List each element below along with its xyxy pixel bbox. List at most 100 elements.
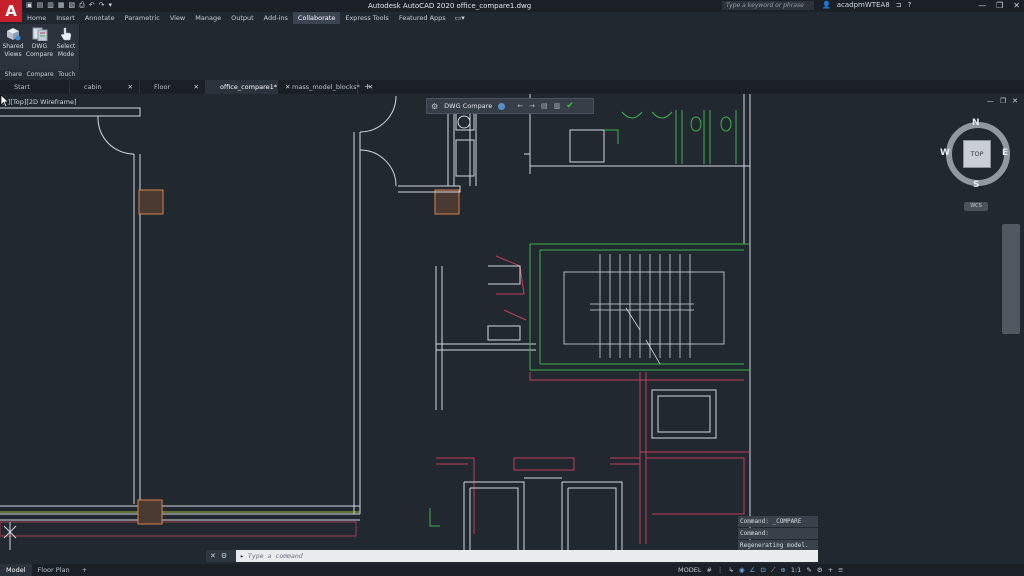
status-add-icon[interactable]: + (828, 566, 833, 574)
zoom-scale[interactable]: 1:1 (791, 566, 801, 574)
walls-left (0, 95, 397, 521)
ribbon-panel: Shared Views DWG Compare Select Mode Sha… (0, 24, 80, 80)
drawing-canvas[interactable]: [–][Top][2D Wireframe] — ❐ ✕ ⚙ DWG Compa… (0, 94, 1024, 550)
compass-east[interactable]: E (1002, 148, 1008, 158)
compass-south[interactable]: S (973, 180, 979, 190)
compass-west[interactable]: W (940, 148, 950, 158)
annotate-icon[interactable]: ✎ (806, 566, 811, 574)
save-as-icon[interactable]: ▦ (58, 1, 65, 10)
tab-featured-apps[interactable]: Featured Apps (394, 12, 451, 24)
command-input[interactable]: ▸ Type a command (236, 550, 818, 562)
status-toggles: MODEL # ⋮ ↳ ◉ ∠ ⊡ ⟋ ⊕ 1:1 ✎ ⚙ + ≡ (678, 564, 844, 576)
web-open-icon[interactable]: ▧ (69, 1, 76, 10)
command-customize-icon[interactable]: ⚙ (221, 552, 227, 560)
panel-label-compare[interactable]: Compare (27, 70, 54, 80)
workspace-gear-icon[interactable]: ⚙ (817, 566, 823, 574)
close-tab-icon[interactable]: ✕ (128, 80, 133, 94)
file-tab-cabin-elevation[interactable]: cabin elevation ✕ (70, 80, 140, 105)
redo-icon[interactable]: ↷ (99, 1, 105, 10)
tab-parametric[interactable]: Parametric (120, 12, 165, 24)
minimize-icon[interactable]: — (978, 1, 986, 10)
removed-geometry (436, 255, 750, 544)
snapshot-icon[interactable]: ▤ (541, 102, 548, 110)
panel-label-touch[interactable]: Touch (54, 70, 81, 80)
isodraft-icon[interactable]: ∠ (750, 566, 756, 574)
file-tab-start[interactable]: Start (0, 80, 70, 94)
tab-insert[interactable]: Insert (51, 12, 80, 24)
wcs-menu[interactable]: WCS (964, 202, 988, 211)
tab-express-tools[interactable]: Express Tools (340, 12, 393, 24)
command-history-line: Command: (738, 528, 818, 539)
command-close-icon[interactable]: ✕ (210, 552, 216, 560)
qat-dropdown-icon[interactable]: ▾ (108, 1, 112, 10)
shared-views-button[interactable]: Shared Views (0, 24, 26, 70)
compare-toggle[interactable] (498, 102, 506, 110)
add-layout-button[interactable]: + (76, 564, 93, 576)
close-icon[interactable]: ✕ (1013, 1, 1020, 10)
shared-views-icon (7, 28, 21, 41)
tab-collaborate[interactable]: Collaborate (292, 12, 341, 24)
select-mode-button[interactable]: Select Mode (53, 24, 79, 70)
file-tab-floor-plan[interactable]: Floor Plan ✕ (140, 80, 206, 105)
compass-north[interactable]: N (972, 118, 980, 128)
tab-annotate[interactable]: Annotate (80, 12, 120, 24)
new-tab-button[interactable]: + (358, 80, 377, 94)
elevators (463, 265, 717, 550)
user-name[interactable]: acadpmWTEA8 (837, 1, 890, 9)
command-prompt-icon: ▸ (240, 552, 244, 560)
ortho-icon[interactable]: ↳ (728, 566, 733, 574)
viewcube-top-face[interactable]: TOP (963, 140, 991, 168)
file-tab-office-compare1[interactable]: office_compare1* ✕ (206, 80, 290, 94)
open-icon[interactable]: ▤ (37, 1, 44, 10)
panel-label-share[interactable]: Share (0, 70, 27, 80)
mouse-cursor-icon (0, 94, 10, 108)
viewport-minimize-icon[interactable]: — (987, 97, 994, 105)
viewport-close-icon[interactable]: ✕ (1012, 97, 1018, 105)
viewcube[interactable]: TOP N S E W (940, 116, 1016, 192)
model-space-button[interactable]: MODEL (678, 566, 701, 574)
previous-change-icon[interactable]: ← (517, 102, 523, 110)
dwg-compare-button[interactable]: DWG Compare (26, 24, 53, 70)
compare-settings-icon[interactable]: ⚙ (431, 102, 438, 111)
ribbon-options-icon[interactable]: ▭▾ (451, 12, 465, 24)
new-icon[interactable]: ▣ (26, 1, 33, 10)
hand-pointer-icon (60, 27, 72, 41)
cart-icon[interactable]: ⊐ (896, 1, 902, 9)
tab-manage[interactable]: Manage (190, 12, 226, 24)
customization-menu-icon[interactable]: ≡ (838, 566, 843, 574)
file-tab-mass-model-blocks[interactable]: mass_model_blocks* ✕ (278, 80, 373, 94)
layout-tab-model[interactable]: Model (0, 564, 32, 576)
window-controls: — ❐ ✕ (978, 1, 1020, 10)
user-icon[interactable]: 👤 (822, 1, 831, 9)
status-bar: Model Floor Plan + MODEL # ⋮ ↳ ◉ ∠ ⊡ ⟋ ⊕… (0, 564, 1024, 576)
annotation-scale-icon[interactable]: ⊕ (780, 566, 785, 574)
tab-output[interactable]: Output (226, 12, 259, 24)
done-check-icon[interactable]: ✔ (566, 101, 574, 111)
close-tab-icon[interactable]: ✕ (194, 80, 199, 94)
floor-plan-drawing (0, 94, 751, 550)
compare-toolbar-label: DWG Compare (444, 102, 493, 110)
tab-home[interactable]: Home (22, 12, 51, 24)
maximize-icon[interactable]: ❐ (996, 1, 1003, 10)
ribbon-panel-labels: Share Compare Touch (0, 70, 80, 80)
viewport-controls-label[interactable]: [–][Top][2D Wireframe] (2, 98, 77, 106)
stair-treads (563, 254, 725, 365)
lineweight-icon[interactable]: ⟋ (771, 566, 776, 575)
next-change-icon[interactable]: → (529, 102, 535, 110)
layout-tab-floor-plan[interactable]: Floor Plan (32, 564, 76, 576)
undo-icon[interactable]: ↶ (89, 1, 95, 10)
save-icon[interactable]: ▥ (47, 1, 54, 10)
export-icon[interactable]: ▥ (554, 102, 561, 110)
snap-icon[interactable]: ⋮ (717, 566, 724, 574)
tab-add-ins[interactable]: Add-ins (259, 12, 293, 24)
search-input[interactable]: Type a keyword or phrase (722, 1, 814, 10)
navigation-bar[interactable] (1002, 224, 1020, 334)
polar-icon[interactable]: ◉ (739, 566, 745, 574)
tab-view[interactable]: View (165, 12, 190, 24)
object-snap-icon[interactable]: ⊡ (760, 566, 765, 574)
print-icon[interactable]: ⎙ (79, 1, 85, 10)
grid-icon[interactable]: # (706, 566, 711, 574)
help-icon[interactable]: ? (908, 1, 912, 9)
autocad-logo[interactable]: A (0, 0, 22, 22)
viewport-maximize-icon[interactable]: ❐ (1000, 97, 1006, 105)
